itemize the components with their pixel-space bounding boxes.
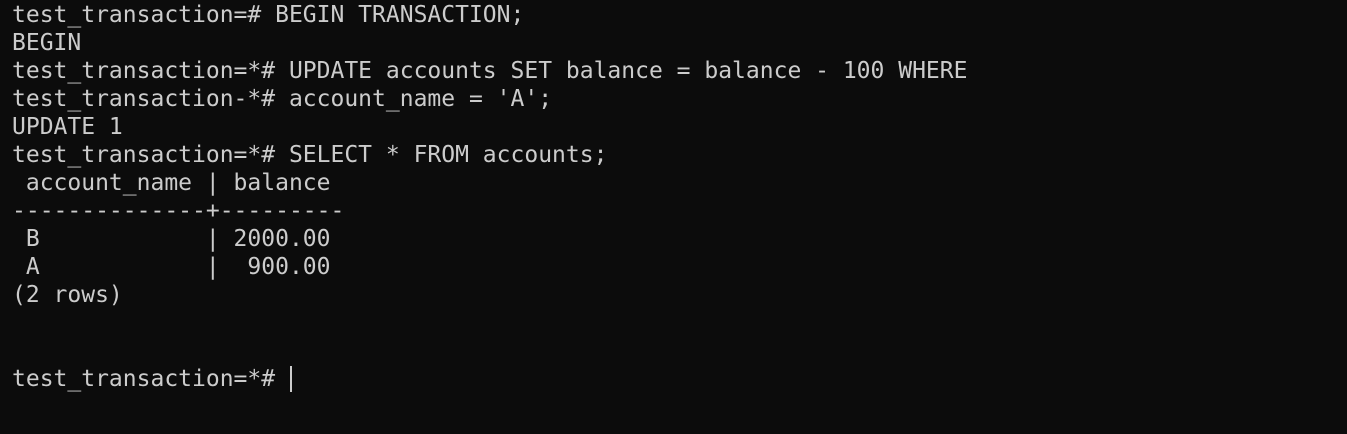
row-count: (2 rows) xyxy=(12,282,123,308)
command-input-line[interactable]: test_transaction=*# xyxy=(12,365,1347,393)
result-table-header: account_name | balance xyxy=(12,170,331,196)
output-update-count: UPDATE 1 xyxy=(12,114,123,140)
table-row: B | 2000.00 xyxy=(12,226,331,252)
result-table-separator: --------------+--------- xyxy=(12,198,345,224)
command-update-part-2: test_transaction-*# account_name = 'A'; xyxy=(12,86,553,112)
command-update-part-1: test_transaction=*# UPDATE accounts SET … xyxy=(12,58,968,84)
terminal-prompt: test_transaction=*# xyxy=(12,366,289,392)
command-begin-transaction: test_transaction=# BEGIN TRANSACTION; xyxy=(12,2,525,28)
terminal-window[interactable]: test_transaction=# BEGIN TRANSACTION; BE… xyxy=(0,0,1347,434)
output-begin: BEGIN xyxy=(12,30,82,56)
table-row: A | 900.00 xyxy=(12,254,331,280)
text-cursor xyxy=(289,366,292,392)
command-select-accounts: test_transaction=*# SELECT * FROM accoun… xyxy=(12,142,608,168)
